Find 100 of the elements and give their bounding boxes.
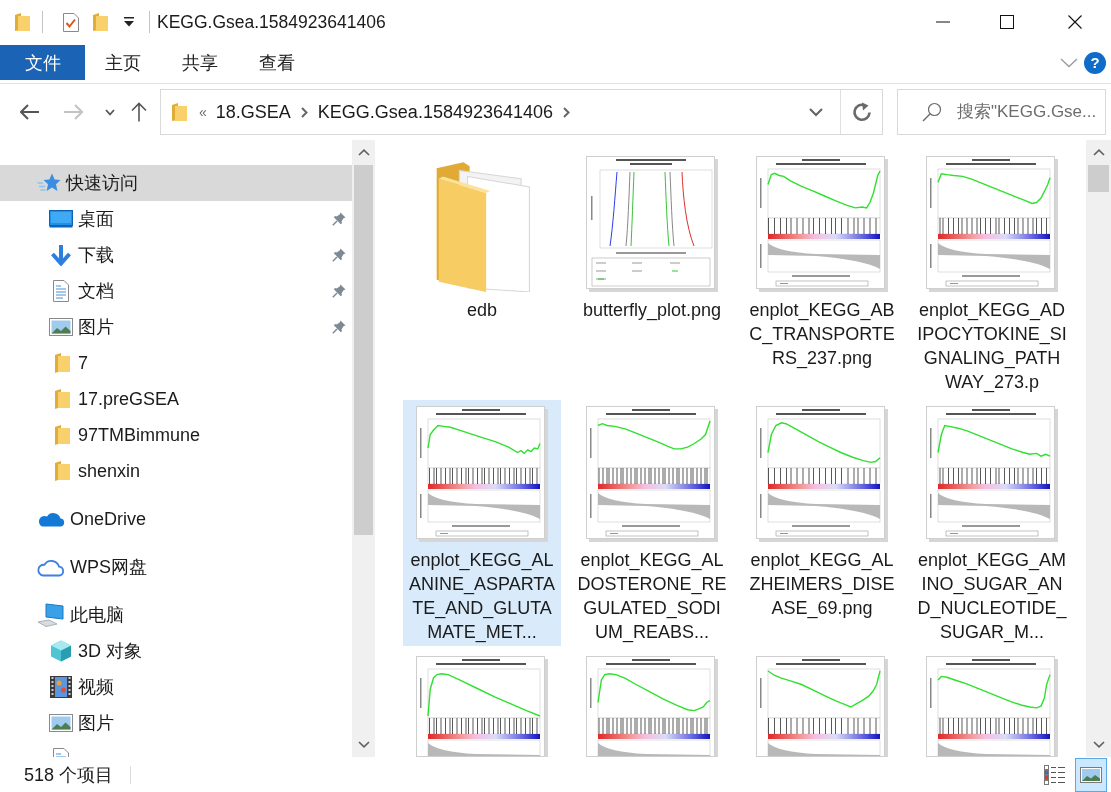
refresh-icon[interactable] (851, 102, 872, 122)
nav-item[interactable]: 97TMBimmune (0, 417, 352, 453)
file-item[interactable]: enplot_KEGG_ADIPOCYTOKINE_SIGNALING_PATHWAY_273.p (913, 150, 1071, 396)
chevron-right-icon[interactable] (300, 106, 308, 118)
hit-mark (477, 717, 478, 735)
axis-label-line (962, 275, 1020, 277)
picture-icon (49, 714, 73, 732)
star-icon (37, 172, 61, 194)
up-arrow-icon[interactable] (131, 102, 147, 122)
hit-mark (875, 717, 877, 735)
scroll-up-icon[interactable] (1092, 149, 1105, 156)
nav-item[interactable]: 图片 (0, 309, 352, 345)
nav-item[interactable]: 桌面 (0, 201, 352, 237)
back-arrow-icon[interactable] (20, 104, 40, 120)
hit-mark (509, 467, 510, 485)
file-item[interactable]: butterfly_plot.png (573, 150, 731, 396)
axis-label-line (760, 178, 762, 208)
file-item[interactable]: enplot_KEGG_ALANINE_ASPARTATE_AND_GLUTAMATE_MET... (403, 400, 561, 646)
dropdown-icon[interactable] (124, 17, 134, 27)
pin-icon[interactable] (332, 248, 346, 262)
axis-label-line (930, 178, 932, 208)
hit-mark (875, 217, 877, 235)
breadcrumb-overflow-button[interactable]: « (194, 104, 212, 120)
nav-item[interactable]: WPS网盘 (0, 549, 352, 585)
hit-mark (1041, 467, 1042, 485)
hit-mark (869, 717, 871, 735)
file-item[interactable]: enplot_KEGG_AMINO_SUGAR_AND_NUCLEOTIDE_SUGAR_M... (913, 400, 1071, 646)
hit-mark (1022, 467, 1024, 485)
hit-mark (686, 717, 688, 735)
hit-mark (780, 717, 781, 735)
nav-item[interactable]: 此电脑 (0, 597, 352, 633)
file-item[interactable]: enplot_KEGG_ALZHEIMERS_DISEASE_69.png (743, 400, 901, 646)
axis-label-line (590, 428, 592, 458)
file-item[interactable]: enplot_KEGG_ABC_TRANSPORTERS_237.png (743, 150, 901, 396)
file-menu-button[interactable]: 文件 (0, 45, 85, 80)
hit-mark (668, 717, 670, 735)
title-line (802, 659, 840, 661)
nav-item[interactable]: 视频 (0, 669, 352, 705)
ribbon-tab[interactable]: 查看 (239, 45, 316, 80)
scroll-down-icon[interactable] (1092, 741, 1105, 748)
film-icon (49, 675, 73, 699)
scroll-up-icon[interactable] (357, 149, 370, 156)
address-bar[interactable]: « 18.GSEA KEGG.Gsea.1584923641406 (160, 89, 883, 135)
search-field[interactable]: 搜索"KEGG.Gse... (897, 89, 1106, 135)
chevron-down-icon[interactable] (105, 108, 115, 116)
breadcrumb-item[interactable]: KEGG.Gsea.1584923641406 (313, 101, 558, 123)
hit-mark (966, 717, 968, 735)
nav-item[interactable]: 3D 对象 (0, 633, 352, 669)
large-icons-view-button[interactable] (1075, 757, 1107, 792)
nav-item[interactable]: OneDrive (0, 501, 352, 537)
nav-item[interactable]: 图片 (0, 705, 352, 741)
file-item[interactable]: edb (403, 150, 561, 396)
hit-mark (831, 467, 832, 485)
hit-mark (971, 467, 973, 485)
hit-mark (948, 217, 949, 235)
file-item[interactable]: enplot_KEGG_ALDOSTERONE_REGULATED_SODIUM_REABS... (573, 400, 731, 646)
nav-item[interactable]: 17.preGSEA (0, 381, 352, 417)
folder-icon (171, 102, 188, 122)
hit-mark (768, 467, 769, 485)
hit-mark (1036, 217, 1037, 235)
breadcrumb-item[interactable]: 18.GSEA (211, 101, 295, 123)
hit-mark (598, 717, 600, 735)
hit-mark (1032, 717, 1034, 735)
document-check-icon[interactable] (62, 11, 80, 33)
hit-mark (612, 467, 614, 485)
scrollbar-thumb[interactable] (354, 165, 373, 535)
ribbon-tab[interactable]: 主页 (85, 45, 162, 80)
axis-label-line (760, 678, 762, 708)
title-line (462, 659, 500, 661)
hit-mark (626, 717, 628, 735)
hit-mark (847, 717, 849, 735)
hit-mark (958, 717, 959, 735)
chevron-down-icon[interactable] (809, 107, 823, 117)
scrollbar-thumb[interactable] (1088, 165, 1109, 192)
hit-mark (819, 467, 820, 485)
hit-mark (658, 717, 660, 735)
help-button[interactable]: ? (1084, 51, 1106, 74)
nav-item[interactable]: shenxin (0, 453, 352, 489)
axis-label-line (760, 494, 762, 518)
pin-icon[interactable] (332, 284, 346, 298)
nav-item[interactable]: 快速访问 (0, 165, 352, 201)
chevron-right-icon[interactable] (563, 106, 571, 118)
scrollbar[interactable] (352, 140, 375, 757)
hit-mark (520, 467, 522, 485)
pin-icon[interactable] (332, 320, 346, 334)
nav-item[interactable]: 下载 (0, 237, 352, 273)
close-icon[interactable] (1068, 15, 1082, 29)
scroll-down-icon[interactable] (357, 741, 370, 748)
nav-item[interactable]: 文档 (0, 273, 352, 309)
cloud-icon (37, 511, 65, 527)
maximize-icon[interactable] (1000, 15, 1014, 29)
ribbon-tab[interactable]: 共享 (162, 45, 239, 80)
scrollbar[interactable] (1086, 140, 1111, 757)
nav-item[interactable]: 7 (0, 345, 352, 381)
hit-mark (835, 717, 836, 735)
axis-label-line (622, 525, 680, 527)
hit-mark (1046, 217, 1047, 235)
pin-icon[interactable] (332, 212, 346, 226)
hit-mark (976, 217, 978, 235)
hit-mark (1017, 217, 1019, 235)
